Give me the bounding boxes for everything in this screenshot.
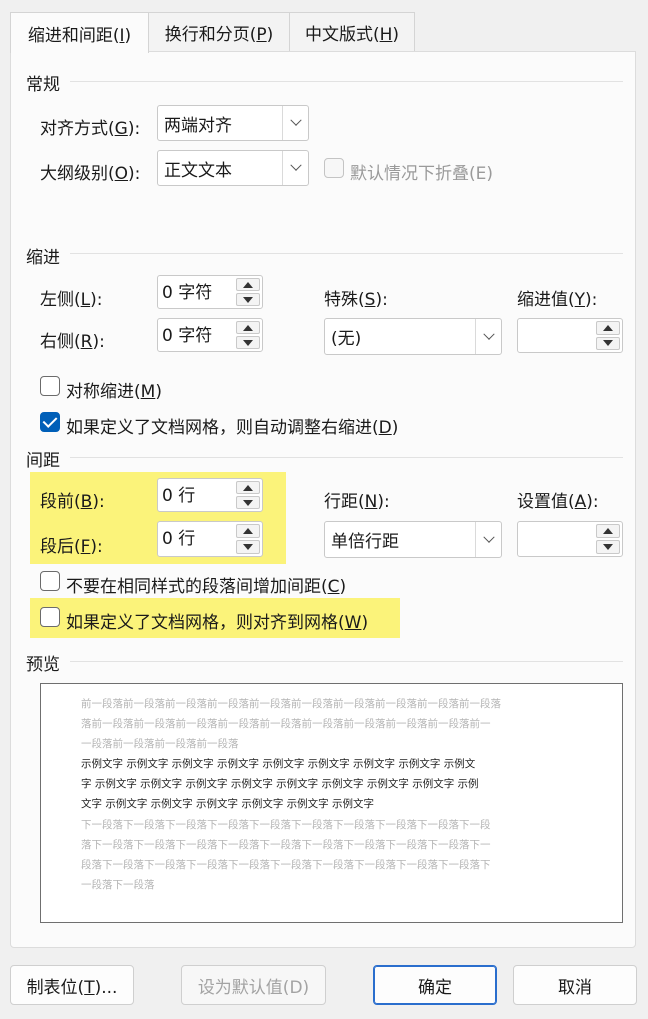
alignment-value: 两端对齐: [164, 115, 232, 136]
indent-left-value: 0 字符: [162, 283, 213, 303]
preview-sample-line: 字 示例文字 示例文字 示例文字 示例文字 示例文字 示例文字 示例文字 示例文…: [81, 778, 479, 790]
preview-next-line: 一段落下一段落: [81, 879, 155, 891]
section-spacing-title: 间距: [26, 451, 60, 471]
caret-up-icon: [243, 528, 253, 534]
spin-up-button[interactable]: [236, 278, 260, 291]
spin-down-button[interactable]: [236, 293, 260, 306]
outline-level-value: 正文文本: [164, 160, 232, 181]
preview-prev-line: 落前一段落前一段落前一段落前一段落前一段落前一段落前一段落前一段落前一段落前一: [81, 718, 491, 730]
line-spacing-at-spinner[interactable]: [517, 521, 623, 557]
special-select[interactable]: (无): [324, 318, 502, 355]
chevron-down-icon: [475, 522, 501, 557]
alignment-select[interactable]: 两端对齐: [157, 105, 309, 141]
caret-up-icon: [603, 324, 613, 331]
space-before-label: 段前(B):: [40, 492, 105, 512]
space-before-value: 0 行: [162, 486, 196, 506]
cancel-button[interactable]: 取消: [513, 965, 637, 1005]
space-after-value: 0 行: [162, 529, 196, 549]
line-spacing-select[interactable]: 单倍行距: [324, 521, 502, 558]
preview-next-line: 下一段落下一段落下一段落下一段落下一段落下一段落下一段落下一段落下一段落下一段: [81, 819, 491, 831]
spin-up-button[interactable]: [596, 524, 620, 538]
space-after-spinner[interactable]: 0 行: [157, 521, 263, 557]
collapse-checkbox[interactable]: [324, 158, 344, 178]
caret-down-icon: [603, 544, 613, 550]
no-space-same-style-label: 不要在相同样式的段落间增加间距(C): [66, 577, 347, 597]
auto-adjust-right-indent-checkbox[interactable]: [40, 412, 60, 432]
space-before-spinner[interactable]: 0 行: [157, 478, 263, 512]
caret-up-icon: [603, 528, 613, 534]
preview-prev-line: 一段落前一段落前一段落前一段落: [81, 738, 239, 750]
chevron-down-icon: [282, 151, 308, 185]
caret-up-icon: [243, 281, 253, 288]
caret-down-icon: [243, 339, 253, 346]
caret-down-icon: [243, 544, 253, 550]
spin-down-button[interactable]: [236, 496, 260, 509]
section-indent-title: 缩进: [26, 248, 60, 268]
caret-up-icon: [243, 484, 253, 491]
spin-down-button[interactable]: [596, 540, 620, 554]
ok-button[interactable]: 确定: [373, 965, 497, 1005]
space-after-label: 段后(F):: [40, 537, 103, 557]
chevron-down-icon: [475, 319, 501, 354]
tabs-button-label: 制表位(T)...: [26, 977, 118, 998]
preview-next-line: 落下一段落下一段落下一段落下一段落下一段落下一段落下一段落下一段落下一段落下一: [81, 839, 491, 851]
snap-to-grid-checkbox[interactable]: [40, 607, 60, 627]
spin-up-button[interactable]: [236, 481, 260, 494]
auto-adjust-right-indent-label: 如果定义了文档网格，则自动调整右缩进(D): [66, 418, 399, 438]
indent-right-spinner[interactable]: 0 字符: [157, 318, 263, 352]
no-space-same-style-checkbox[interactable]: [40, 571, 60, 591]
tab-indents-spacing[interactable]: 缩进和间距(I): [10, 12, 149, 53]
spin-up-button[interactable]: [236, 524, 260, 538]
caret-down-icon: [243, 296, 253, 303]
special-value: (无): [331, 329, 362, 349]
spin-down-button[interactable]: [596, 336, 620, 350]
caret-down-icon: [603, 340, 613, 347]
separator: [70, 253, 623, 254]
spin-down-button[interactable]: [236, 540, 260, 554]
outline-level-label: 大纲级别(O):: [40, 164, 141, 184]
tab-asian-typography[interactable]: 中文版式(H): [289, 12, 415, 52]
separator: [70, 457, 623, 458]
indent-by-label: 缩进值(Y):: [517, 290, 598, 310]
tab-label: 中文版式(H): [304, 25, 400, 45]
special-label: 特殊(S):: [324, 290, 388, 310]
separator: [70, 81, 623, 82]
section-preview-title: 预览: [26, 655, 60, 675]
indent-by-spinner[interactable]: [517, 318, 623, 353]
preview-next-line: 段落下一段落下一段落下一段落下一段落下一段落下一段落下一段落下一段落下一段落下: [81, 859, 491, 871]
tab-label: 缩进和间距(I): [27, 25, 132, 46]
alignment-label: 对齐方式(G):: [40, 119, 141, 139]
collapse-label: 默认情况下折叠(E): [350, 164, 494, 184]
indent-right-label: 右侧(R):: [40, 332, 105, 352]
paragraph-preview: 前一段落前一段落前一段落前一段落前一段落前一段落前一段落前一段落前一段落前一段落…: [40, 683, 623, 923]
indent-left-label: 左侧(L):: [40, 290, 103, 310]
preview-sample-line: 示例文字 示例文字 示例文字 示例文字 示例文字 示例文字 示例文字 示例文字 …: [81, 758, 476, 770]
caret-up-icon: [243, 324, 253, 331]
indent-right-value: 0 字符: [162, 326, 213, 346]
mirror-indents-checkbox[interactable]: [40, 376, 60, 396]
preview-sample-line: 文字 示例文字 示例文字 示例文字 示例文字 示例文字 示例文字: [81, 798, 375, 810]
separator: [70, 661, 623, 662]
mirror-indents-label: 对称缩进(M): [66, 382, 162, 402]
tab-label: 换行和分页(P): [164, 25, 274, 45]
snap-to-grid-label: 如果定义了文档网格，则对齐到网格(W): [66, 613, 369, 633]
line-spacing-at-label: 设置值(A):: [517, 492, 599, 512]
spin-up-button[interactable]: [596, 321, 620, 335]
outline-level-select[interactable]: 正文文本: [157, 150, 309, 186]
section-general-title: 常规: [26, 75, 60, 95]
indent-left-spinner[interactable]: 0 字符: [157, 275, 263, 309]
line-spacing-value: 单倍行距: [331, 532, 399, 552]
spin-up-button[interactable]: [236, 321, 260, 334]
chevron-down-icon: [282, 106, 308, 140]
tab-line-page-breaks[interactable]: 换行和分页(P): [148, 12, 290, 52]
set-default-button[interactable]: 设为默认值(D): [181, 965, 326, 1005]
preview-prev-line: 前一段落前一段落前一段落前一段落前一段落前一段落前一段落前一段落前一段落前一段落: [81, 698, 501, 710]
tabs-button[interactable]: 制表位(T)...: [10, 965, 134, 1005]
line-spacing-label: 行距(N):: [324, 492, 390, 512]
caret-down-icon: [243, 499, 253, 506]
spin-down-button[interactable]: [236, 336, 260, 349]
